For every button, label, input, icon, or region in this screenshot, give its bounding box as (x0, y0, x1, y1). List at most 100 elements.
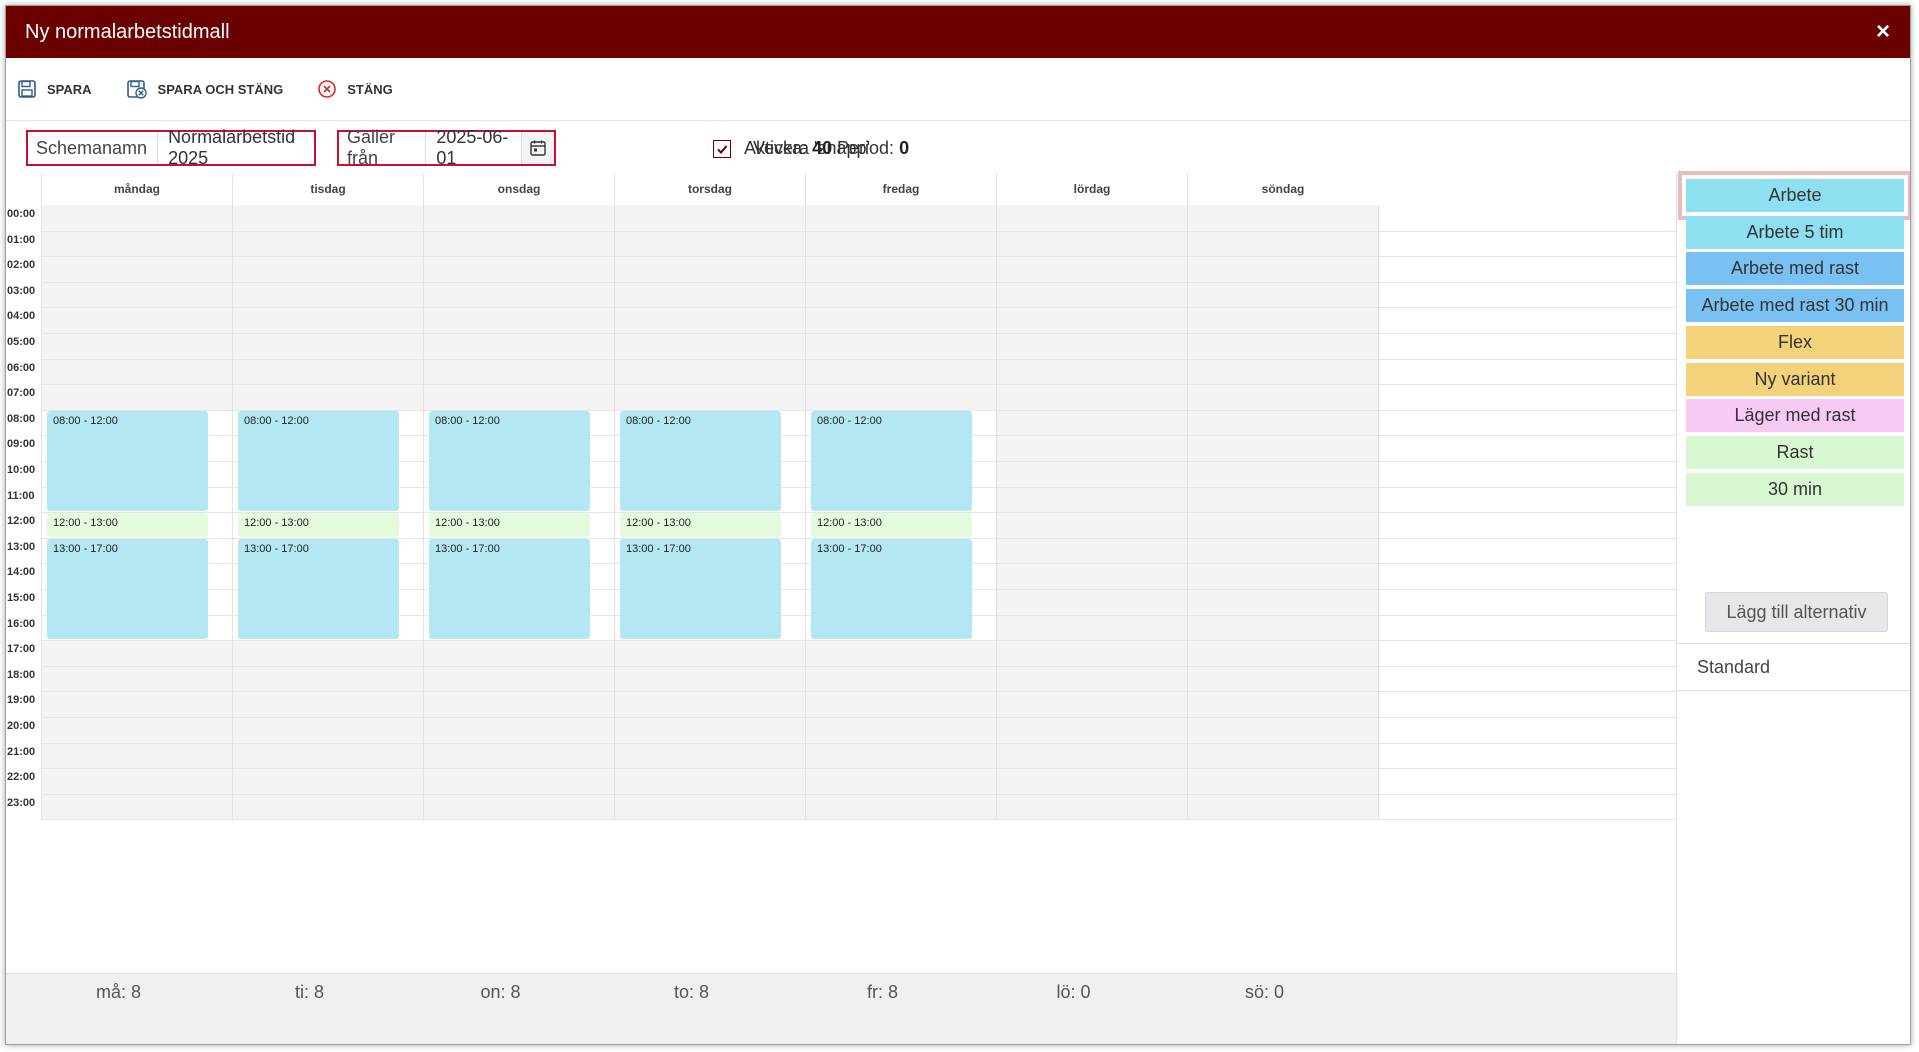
day-column-divider (614, 205, 615, 820)
hour-gridline (41, 333, 1676, 334)
work-block[interactable]: 08:00 - 12:00 (429, 410, 590, 512)
hour-gridline (41, 742, 1676, 744)
day-column-divider (996, 205, 997, 820)
work-block[interactable]: 13:00 - 17:00 (620, 538, 781, 640)
dialog-title: Ny normalarbetstidmall (25, 20, 230, 43)
work-block[interactable]: 08:00 - 12:00 (811, 410, 972, 512)
save-and-close-button[interactable]: SPARA OCH STÄNG (126, 79, 283, 99)
work-block[interactable]: 13:00 - 17:00 (811, 538, 972, 640)
hour-label: 16:00 (7, 617, 36, 630)
valid-from-label: Gäller från (339, 127, 427, 168)
hour-label: 08:00 (7, 412, 36, 425)
break-block[interactable]: 12:00 - 13:00 (238, 513, 399, 537)
day-total: fr: 8 (866, 982, 898, 1002)
hour-gridline (41, 256, 1676, 258)
schedule-option[interactable]: Arbete med rast (1686, 252, 1904, 286)
hour-label: 20:00 (7, 720, 36, 732)
work-block[interactable]: 08:00 - 12:00 (620, 410, 781, 512)
block-time-label: 13:00 - 17:00 (626, 542, 691, 555)
hour-label: 02:00 (7, 259, 36, 272)
schedule-option[interactable]: Arbete 5 tim (1686, 215, 1904, 249)
hour-gridline (41, 640, 1676, 642)
hour-label: 04:00 (7, 310, 36, 323)
work-block[interactable]: 08:00 - 12:00 (47, 410, 208, 512)
block-time-label: 08:00 - 12:00 (817, 414, 882, 427)
day-header: lördag (996, 173, 1187, 205)
hour-gridline (41, 307, 1676, 309)
hour-label: 10:00 (7, 464, 36, 476)
block-time-label: 13:00 - 17:00 (435, 542, 500, 555)
hour-label: 23:00 (7, 796, 36, 809)
block-time-label: 08:00 - 12:00 (626, 414, 691, 427)
close-icon[interactable]: × (1876, 20, 1890, 44)
schedule-option[interactable]: Läger med rast (1686, 399, 1904, 433)
schema-name-label: Schemanamn (28, 132, 159, 164)
hour-gridline (41, 819, 1676, 821)
schedule-option[interactable]: Rast (1686, 435, 1904, 469)
schedule-option[interactable]: 30 min (1686, 472, 1904, 506)
block-time-label: 12:00 - 13:00 (435, 517, 500, 530)
break-block[interactable]: 12:00 - 13:00 (429, 513, 590, 537)
week-label: Vecka: (753, 138, 808, 158)
day-header: onsdag (423, 173, 614, 205)
block-time-label: 08:00 - 12:00 (53, 414, 118, 427)
calendar-icon[interactable] (521, 132, 554, 164)
hour-label: 21:00 (7, 745, 36, 758)
schema-name-field: Schemanamn Normalarbetstid 2025 (26, 127, 316, 168)
day-total: lö: 0 (1056, 982, 1091, 1002)
form-row: Schemanamn Normalarbetstid 2025 Gäller f… (6, 121, 1910, 173)
add-option-button[interactable]: Lägg till alternativ (1705, 592, 1888, 632)
work-block[interactable]: 13:00 - 17:00 (47, 538, 208, 640)
hour-label: 05:00 (7, 336, 36, 348)
hour-gridline (41, 691, 1676, 693)
hour-label: 06:00 (7, 361, 36, 374)
schedule-option[interactable]: Flex (1686, 325, 1904, 359)
close-button[interactable]: STÄNG (317, 79, 393, 99)
day-header: fredag (805, 173, 996, 205)
day-header: måndag (41, 173, 232, 205)
valid-from-input[interactable]: 2025-06-01 (426, 127, 521, 168)
hour-label: 00:00 (7, 208, 36, 220)
block-time-label: 08:00 - 12:00 (244, 414, 309, 427)
day-header: tisdag (232, 173, 423, 205)
hour-label: 03:00 (7, 284, 36, 297)
day-column-divider (1187, 205, 1188, 820)
period-value: 0 (899, 138, 910, 158)
hour-label: 12:00 (7, 515, 36, 528)
block-time-label: 12:00 - 13:00 (626, 517, 691, 530)
standard-item[interactable]: Standard (1677, 643, 1910, 691)
day-totals-bar: må: 8 ti: 8 on: 8 to: 8 fr: 8 lö: 0 sö: 0 (6, 973, 1676, 1044)
snap-checkbox[interactable] (713, 139, 731, 158)
day-column-divider (232, 205, 233, 820)
work-block[interactable]: 13:00 - 17:00 (238, 538, 399, 640)
close-label: STÄNG (347, 81, 393, 97)
work-block[interactable]: 13:00 - 17:00 (429, 538, 590, 640)
day-total: sö: 0 (1244, 982, 1285, 1002)
block-time-label: 08:00 - 12:00 (435, 414, 500, 427)
schedule-option[interactable]: Arbete (1678, 171, 1910, 220)
work-block[interactable]: 08:00 - 12:00 (238, 410, 399, 512)
schedule-option[interactable]: Ny variant (1686, 362, 1904, 396)
hour-label: 22:00 (7, 771, 36, 784)
period-info: Period: 0 (837, 138, 909, 159)
hour-gridline (41, 230, 1676, 232)
schedule-option[interactable]: Arbete med rast 30 min (1686, 289, 1904, 323)
floppy-disk-icon (18, 80, 36, 98)
day-total: on: 8 (480, 982, 521, 1002)
hour-label: 01:00 (7, 233, 36, 246)
block-time-label: 13:00 - 17:00 (244, 542, 309, 555)
break-block[interactable]: 12:00 - 13:00 (620, 513, 781, 537)
checkmark-icon (717, 144, 728, 154)
save-button[interactable]: SPARA (17, 79, 92, 99)
break-block[interactable]: 12:00 - 13:00 (811, 513, 972, 537)
day-column-divider (41, 205, 42, 820)
toolbar: SPARA SPARA OCH STÄNG STÄNG (6, 58, 1910, 121)
break-block[interactable]: 12:00 - 13:00 (47, 513, 208, 537)
hour-gridline (41, 384, 1676, 386)
period-label: Period: (837, 138, 895, 158)
save-label: SPARA (47, 81, 92, 97)
day-column-divider (423, 205, 424, 820)
week-info: Vecka: 40 (753, 138, 832, 159)
schema-name-input[interactable]: Normalarbetstid 2025 (158, 127, 314, 168)
hour-label: 07:00 (7, 387, 36, 400)
